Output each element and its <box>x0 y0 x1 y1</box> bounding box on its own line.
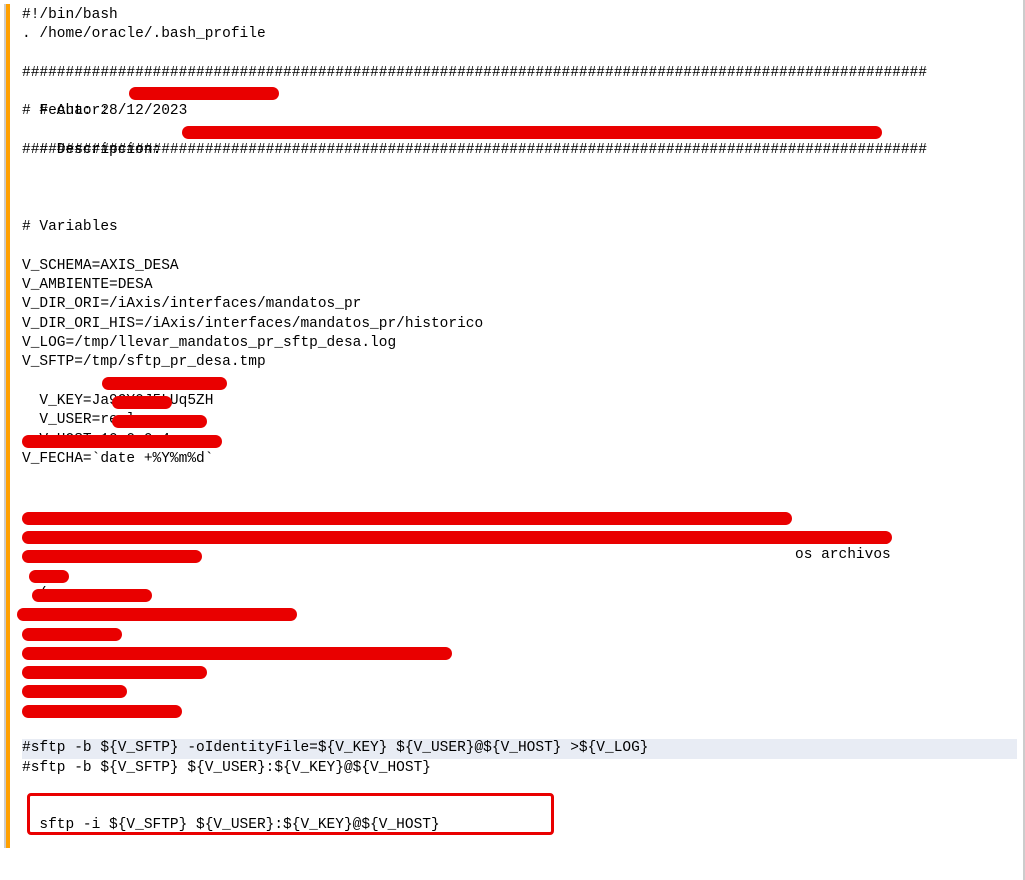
code-line: os archivos <box>22 508 1017 527</box>
code-line <box>22 585 1017 604</box>
change-marker: #!/bin/bash . /home/oracle/.bash_profile… <box>6 4 1017 848</box>
code-line: V_DIR_ORI_HIS=/iAxis/interfaces/mandatos… <box>22 315 1017 334</box>
redaction <box>32 589 152 602</box>
redaction <box>182 126 882 139</box>
code-line <box>22 469 1017 488</box>
code-line: # Autor: <box>22 83 1017 102</box>
redaction <box>112 396 172 409</box>
code-line <box>22 160 1017 179</box>
code-line <box>22 488 1017 507</box>
code-line: #!/bin/bash <box>22 6 1017 25</box>
code-line <box>22 701 1017 720</box>
code-line: ########################################… <box>22 141 1017 160</box>
code-line: #sftp -b ${V_SFTP} ${V_USER}:${V_KEY}@${… <box>22 759 1017 778</box>
code-line: V_DIR_ORI=/iAxis/interfaces/mandatos_pr <box>22 295 1017 314</box>
redaction <box>22 647 452 660</box>
redaction <box>102 377 227 390</box>
code-line: V_USER=reale <box>22 392 1017 411</box>
redaction <box>17 608 297 621</box>
editor-gutter: #!/bin/bash . /home/oracle/.bash_profile… <box>4 4 1017 848</box>
code-line <box>22 604 1017 623</box>
code-line: ########################################… <box>22 64 1017 83</box>
code-line <box>22 180 1017 199</box>
code-line <box>22 238 1017 257</box>
code-line: # Fecha: 28/12/2023 <box>22 102 1017 121</box>
code-line: sftp -i ${V_SFTP} ${V_USER}:${V_KEY}@${V… <box>22 797 1017 816</box>
redaction <box>29 570 69 583</box>
code-line <box>22 643 1017 662</box>
redaction <box>22 550 202 563</box>
code-line: V_FECHA=`date +%Y%m%d` <box>22 450 1017 469</box>
code-line: . /home/oracle/.bash_profile <box>22 25 1017 44</box>
redaction <box>112 415 207 428</box>
code-line: # Variables <box>22 218 1017 237</box>
code-line: V_KEY=Ja9QY0J5LUq5ZH <box>22 373 1017 392</box>
code-line <box>22 431 1017 450</box>
code-line <box>22 681 1017 700</box>
redaction <box>22 666 207 679</box>
code-line <box>22 45 1017 64</box>
redaction <box>129 87 279 100</box>
code-line: V_SFTP=/tmp/sftp_pr_desa.tmp <box>22 353 1017 372</box>
code-line: # Descripcion: <box>22 122 1017 141</box>
code-line: V_HOST=10.0.0.4 <box>22 411 1017 430</box>
code-line: V_SCHEMA=AXIS_DESA <box>22 257 1017 276</box>
code-line-highlight: #sftp -b ${V_SFTP} -oIdentityFile=${V_KE… <box>22 739 1017 758</box>
code-line <box>22 624 1017 643</box>
code-line <box>22 720 1017 739</box>
code-line <box>22 527 1017 546</box>
code-line <box>22 199 1017 218</box>
redaction <box>22 705 182 718</box>
code-line: ( <box>22 566 1017 585</box>
code-line <box>22 546 1017 565</box>
code-line: V_LOG=/tmp/llevar_mandatos_pr_sftp_desa.… <box>22 334 1017 353</box>
redaction <box>22 531 892 544</box>
code-line: V_AMBIENTE=DESA <box>22 276 1017 295</box>
redaction <box>22 628 122 641</box>
redaction <box>22 685 127 698</box>
code-line <box>22 778 1017 797</box>
code-line <box>22 816 1017 835</box>
redaction <box>22 435 222 448</box>
code-line <box>22 662 1017 681</box>
redaction <box>22 512 792 525</box>
